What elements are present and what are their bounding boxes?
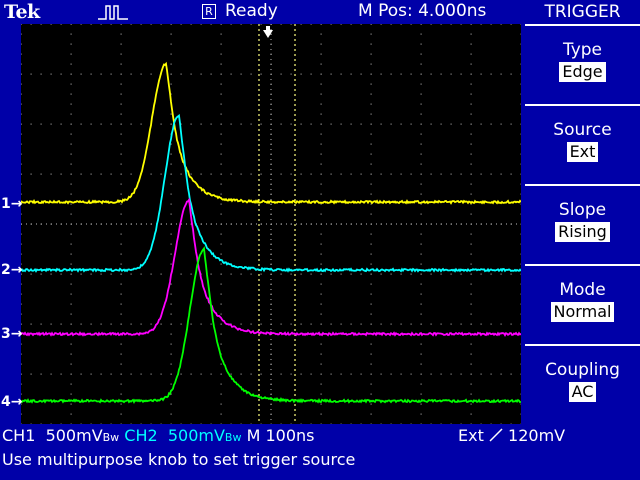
down-arrow-icon xyxy=(263,26,273,38)
bottom-status-bar: CH1 500mVBw CH2 500mVBw M 100ns Ext 120m… xyxy=(0,424,640,480)
graticule-area xyxy=(21,24,521,424)
menu-type-button[interactable]: Type Edge xyxy=(525,24,640,104)
menu-slope-button[interactable]: Slope Rising xyxy=(525,184,640,264)
pulse-icon xyxy=(98,5,128,20)
ch2-bandwidth: Bw xyxy=(224,431,242,444)
menu-mode-button[interactable]: Mode Normal xyxy=(525,264,640,344)
menu-source-label: Source xyxy=(553,120,612,140)
menu-slope-label: Slope xyxy=(558,200,607,220)
menu-coupling-button[interactable]: Coupling AC xyxy=(525,344,640,424)
trigger-side-menu: TRIGGER Type Edge Source Ext Slope Risin… xyxy=(525,0,640,424)
trigger-level-readout: 120mV xyxy=(508,426,566,445)
ch3-marker: 3→ xyxy=(1,326,23,342)
help-message: Use multipurpose knob to set trigger sou… xyxy=(2,450,356,469)
menu-type-label: Type xyxy=(562,40,603,60)
ch1-label: CH1 xyxy=(2,426,36,445)
trigger-source-readout: Ext xyxy=(458,426,484,445)
run-status: Ready xyxy=(225,1,278,21)
menu-mode-label: Mode xyxy=(559,280,606,300)
ch1-marker: 1→ xyxy=(1,196,23,212)
menu-source-button[interactable]: Source Ext xyxy=(525,104,640,184)
menu-title: TRIGGER xyxy=(544,2,621,22)
rising-slope-icon xyxy=(489,428,503,442)
trigger-readout: Ext 120mV xyxy=(458,426,565,445)
ch2-scale: 500mV xyxy=(167,426,225,445)
menu-slope-value: Rising xyxy=(555,222,610,242)
menu-coupling-value: AC xyxy=(568,382,597,402)
ch4-marker: 4→ xyxy=(1,394,23,410)
waveform-display xyxy=(21,24,521,424)
channel-settings: CH1 500mVBw CH2 500mVBw M 100ns xyxy=(2,426,314,445)
ch2-trace xyxy=(21,113,521,273)
menu-coupling-label: Coupling xyxy=(545,360,620,380)
ch2-marker: 2→ xyxy=(1,262,23,278)
timebase: M 100ns xyxy=(246,426,315,445)
ch2-label: CH2 xyxy=(124,426,158,445)
menu-source-value: Ext xyxy=(566,142,599,162)
menu-type-value: Edge xyxy=(559,62,606,82)
ch1-scale: 500mV xyxy=(45,426,103,445)
brand-logo: Tek xyxy=(4,1,40,23)
horizontal-position: M Pos: 4.000ns xyxy=(358,1,487,21)
menu-mode-value: Normal xyxy=(550,302,615,322)
top-status-bar: Tek R Ready M Pos: 4.000ns xyxy=(0,0,525,24)
ch1-bandwidth: Bw xyxy=(102,431,120,444)
run-state-icon: R xyxy=(202,4,216,19)
